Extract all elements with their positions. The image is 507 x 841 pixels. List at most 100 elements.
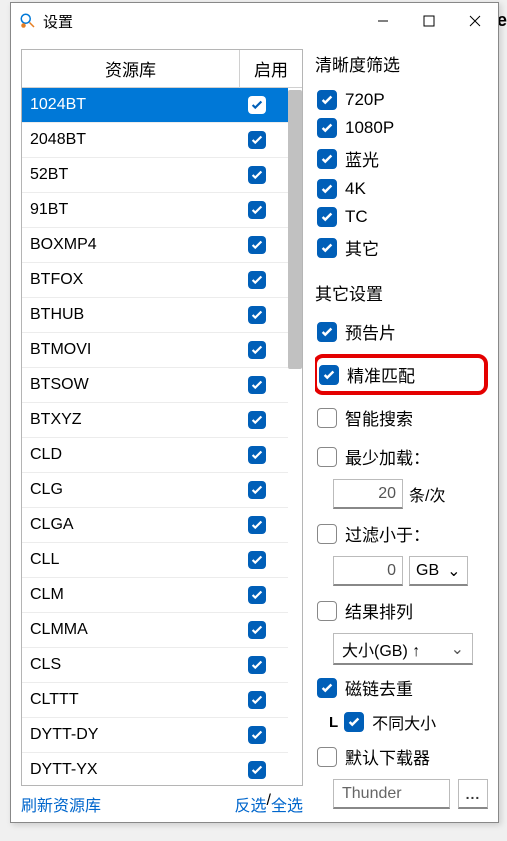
clarity-checkbox[interactable] bbox=[317, 149, 337, 169]
clarity-checkbox[interactable] bbox=[317, 207, 337, 227]
enable-cell[interactable] bbox=[226, 516, 288, 534]
checkbox-icon[interactable] bbox=[248, 481, 266, 499]
checkbox-icon[interactable] bbox=[248, 691, 266, 709]
col-name-header[interactable]: 资源库 bbox=[22, 50, 240, 88]
checkbox-icon[interactable] bbox=[248, 201, 266, 219]
minimize-button[interactable] bbox=[360, 5, 406, 37]
checkbox-icon[interactable] bbox=[248, 341, 266, 359]
table-row[interactable]: BTXYZ bbox=[22, 403, 288, 438]
checkbox-icon[interactable] bbox=[248, 761, 266, 779]
dedupe-checkbox[interactable] bbox=[317, 678, 337, 698]
col-enable-header[interactable]: 启用 bbox=[240, 50, 302, 88]
scroll-thumb[interactable] bbox=[288, 90, 302, 369]
table-row[interactable]: CLG bbox=[22, 473, 288, 508]
enable-cell[interactable] bbox=[226, 656, 288, 674]
checkbox-icon[interactable] bbox=[248, 376, 266, 394]
exact-match-option[interactable]: 精准匹配 bbox=[315, 354, 488, 395]
invert-link[interactable]: 反选 bbox=[235, 792, 267, 816]
dedupe-size-checkbox[interactable] bbox=[344, 712, 364, 732]
min-load-input[interactable] bbox=[333, 479, 403, 509]
filter-lt-option[interactable]: 过滤小于： bbox=[315, 517, 488, 550]
refresh-link[interactable]: 刷新资源库 bbox=[21, 792, 101, 816]
enable-cell[interactable] bbox=[226, 691, 288, 709]
trailer-option[interactable]: 预告片 bbox=[315, 315, 488, 348]
table-row[interactable]: BTHUB bbox=[22, 298, 288, 333]
smart-checkbox[interactable] bbox=[317, 408, 337, 428]
dedupe-size-option[interactable]: L 不同大小 bbox=[315, 710, 488, 734]
checkbox-icon[interactable] bbox=[248, 446, 266, 464]
enable-cell[interactable] bbox=[226, 586, 288, 604]
table-row[interactable]: BTMOVI bbox=[22, 333, 288, 368]
clarity-checkbox[interactable] bbox=[317, 179, 337, 199]
enable-cell[interactable] bbox=[226, 376, 288, 394]
table-row[interactable]: 2048BT bbox=[22, 123, 288, 158]
sort-checkbox[interactable] bbox=[317, 601, 337, 621]
enable-cell[interactable] bbox=[226, 761, 288, 779]
table-row[interactable]: 91BT bbox=[22, 193, 288, 228]
checkbox-icon[interactable] bbox=[248, 166, 266, 184]
dedupe-option[interactable]: 磁链去重 bbox=[315, 671, 488, 704]
clarity-checkbox[interactable] bbox=[317, 90, 337, 110]
enable-cell[interactable] bbox=[226, 131, 288, 149]
table-row[interactable]: CLD bbox=[22, 438, 288, 473]
checkbox-icon[interactable] bbox=[248, 236, 266, 254]
checkbox-icon[interactable] bbox=[248, 411, 266, 429]
checkbox-icon[interactable] bbox=[248, 656, 266, 674]
table-row[interactable]: 1024BT bbox=[22, 88, 288, 123]
enable-cell[interactable] bbox=[226, 481, 288, 499]
clarity-checkbox[interactable] bbox=[317, 238, 337, 258]
exact-checkbox[interactable] bbox=[319, 365, 339, 385]
enable-cell[interactable] bbox=[226, 621, 288, 639]
enable-cell[interactable] bbox=[226, 166, 288, 184]
table-row[interactable]: CLS bbox=[22, 648, 288, 683]
enable-cell[interactable] bbox=[226, 96, 288, 114]
table-row[interactable]: CLTTT bbox=[22, 683, 288, 718]
filter-lt-checkbox[interactable] bbox=[317, 524, 337, 544]
checkbox-icon[interactable] bbox=[248, 131, 266, 149]
clarity-option[interactable]: 蓝光 bbox=[315, 142, 488, 175]
clarity-option[interactable]: TC bbox=[315, 203, 488, 231]
select-all-link[interactable]: 全选 bbox=[271, 792, 303, 816]
enable-cell[interactable] bbox=[226, 236, 288, 254]
default-dl-checkbox[interactable] bbox=[317, 747, 337, 767]
table-row[interactable]: DYTT-DY bbox=[22, 718, 288, 753]
min-load-option[interactable]: 最少加载： bbox=[315, 440, 488, 473]
filter-lt-input[interactable] bbox=[333, 556, 403, 586]
table-row[interactable]: CLM bbox=[22, 578, 288, 613]
maximize-button[interactable] bbox=[406, 5, 452, 37]
trailer-checkbox[interactable] bbox=[317, 322, 337, 342]
enable-cell[interactable] bbox=[226, 446, 288, 464]
default-dl-input[interactable] bbox=[333, 779, 450, 809]
clarity-option[interactable]: 4K bbox=[315, 175, 488, 203]
checkbox-icon[interactable] bbox=[248, 586, 266, 604]
min-load-checkbox[interactable] bbox=[317, 447, 337, 467]
enable-cell[interactable] bbox=[226, 726, 288, 744]
close-button[interactable] bbox=[452, 5, 498, 37]
table-row[interactable]: CLGA bbox=[22, 508, 288, 543]
table-row[interactable]: BTFOX bbox=[22, 263, 288, 298]
checkbox-icon[interactable] bbox=[248, 306, 266, 324]
smart-search-option[interactable]: 智能搜索 bbox=[315, 401, 488, 434]
enable-cell[interactable] bbox=[226, 551, 288, 569]
enable-cell[interactable] bbox=[226, 411, 288, 429]
checkbox-icon[interactable] bbox=[248, 621, 266, 639]
table-row[interactable]: BOXMP4 bbox=[22, 228, 288, 263]
table-row[interactable]: 52BT bbox=[22, 158, 288, 193]
sort-option[interactable]: 结果排列 bbox=[315, 594, 488, 627]
checkbox-icon[interactable] bbox=[248, 271, 266, 289]
table-row[interactable]: CLL bbox=[22, 543, 288, 578]
enable-cell[interactable] bbox=[226, 341, 288, 359]
filter-lt-unit[interactable]: GB ⌄ bbox=[409, 556, 468, 586]
browse-button[interactable]: ... bbox=[458, 779, 488, 809]
enable-cell[interactable] bbox=[226, 271, 288, 289]
clarity-option[interactable]: 1080P bbox=[315, 114, 488, 142]
clarity-checkbox[interactable] bbox=[317, 118, 337, 138]
table-row[interactable]: CLMMA bbox=[22, 613, 288, 648]
enable-cell[interactable] bbox=[226, 306, 288, 324]
clarity-option[interactable]: 720P bbox=[315, 86, 488, 114]
checkbox-icon[interactable] bbox=[248, 726, 266, 744]
scrollbar[interactable] bbox=[288, 88, 302, 785]
clarity-option[interactable]: 其它 bbox=[315, 231, 488, 264]
checkbox-icon[interactable] bbox=[248, 551, 266, 569]
default-dl-option[interactable]: 默认下载器 bbox=[315, 740, 488, 773]
